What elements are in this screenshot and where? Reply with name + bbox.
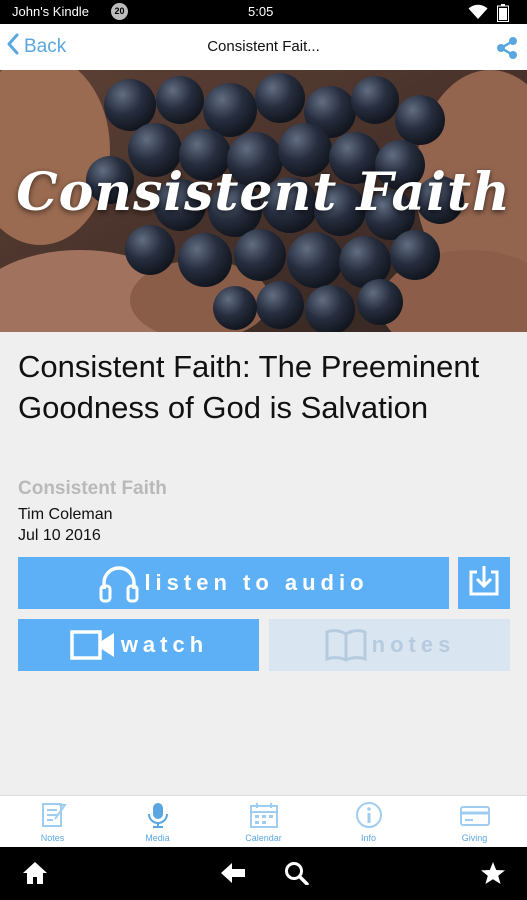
battery-icon	[497, 4, 509, 25]
tab-label: Info	[360, 833, 376, 843]
sermon-date: Jul 10 2016	[18, 527, 101, 544]
tab-label: Notes	[40, 833, 65, 843]
sermon-title: Consistent Faith: The Preeminent Goodnes…	[18, 349, 480, 425]
notes-icon	[0, 801, 105, 829]
series-name[interactable]: Consistent Faith	[18, 478, 167, 500]
tab-info[interactable]: Info	[316, 796, 421, 848]
tab-giving[interactable]: Giving	[422, 796, 527, 848]
book-icon	[324, 628, 368, 662]
star-icon[interactable]	[480, 861, 506, 890]
speaker-name: Tim Coleman	[18, 506, 113, 523]
page-title: Consistent Fait...	[207, 38, 320, 55]
artwork-title: Consistent Faith	[16, 162, 511, 223]
wifi-icon	[468, 4, 488, 23]
calendar-icon	[211, 801, 316, 829]
notes-label: notes	[371, 632, 456, 657]
watch-video-button[interactable]: watch	[18, 619, 259, 671]
microphone-icon	[105, 801, 210, 829]
tab-media[interactable]: Media	[105, 796, 210, 848]
arrow-left-icon[interactable]	[220, 861, 246, 890]
notes-button[interactable]: notes	[269, 619, 510, 671]
tab-label: Calendar	[245, 833, 282, 843]
device-name: John's Kindle	[12, 4, 89, 19]
sermon-artwork: Consistent Faith	[0, 70, 527, 332]
bottom-tab-bar: Notes Media Calendar Info Giving	[0, 795, 527, 848]
listen-audio-button[interactable]: listen to audio	[18, 557, 449, 609]
search-icon[interactable]	[284, 861, 310, 890]
navigation-bar: Back Consistent Fait...	[0, 24, 527, 71]
headphones-icon	[98, 563, 140, 603]
credit-card-icon	[422, 801, 527, 829]
home-icon[interactable]	[22, 861, 48, 890]
tab-label: Media	[145, 833, 170, 843]
clock: 5:05	[248, 4, 274, 19]
status-bar: John's Kindle 20 5:05	[0, 0, 527, 24]
system-nav-bar	[0, 847, 527, 900]
tab-notes[interactable]: Notes	[0, 796, 105, 848]
download-icon	[467, 563, 501, 603]
watch-label: watch	[120, 632, 209, 657]
listen-label: listen to audio	[144, 570, 369, 595]
tab-calendar[interactable]: Calendar	[211, 796, 316, 848]
video-camera-icon	[69, 629, 117, 661]
share-icon[interactable]	[495, 36, 519, 65]
download-button[interactable]	[458, 557, 510, 609]
notification-badge: 20	[111, 3, 128, 20]
info-icon	[316, 801, 421, 829]
tab-label: Giving	[461, 833, 488, 843]
